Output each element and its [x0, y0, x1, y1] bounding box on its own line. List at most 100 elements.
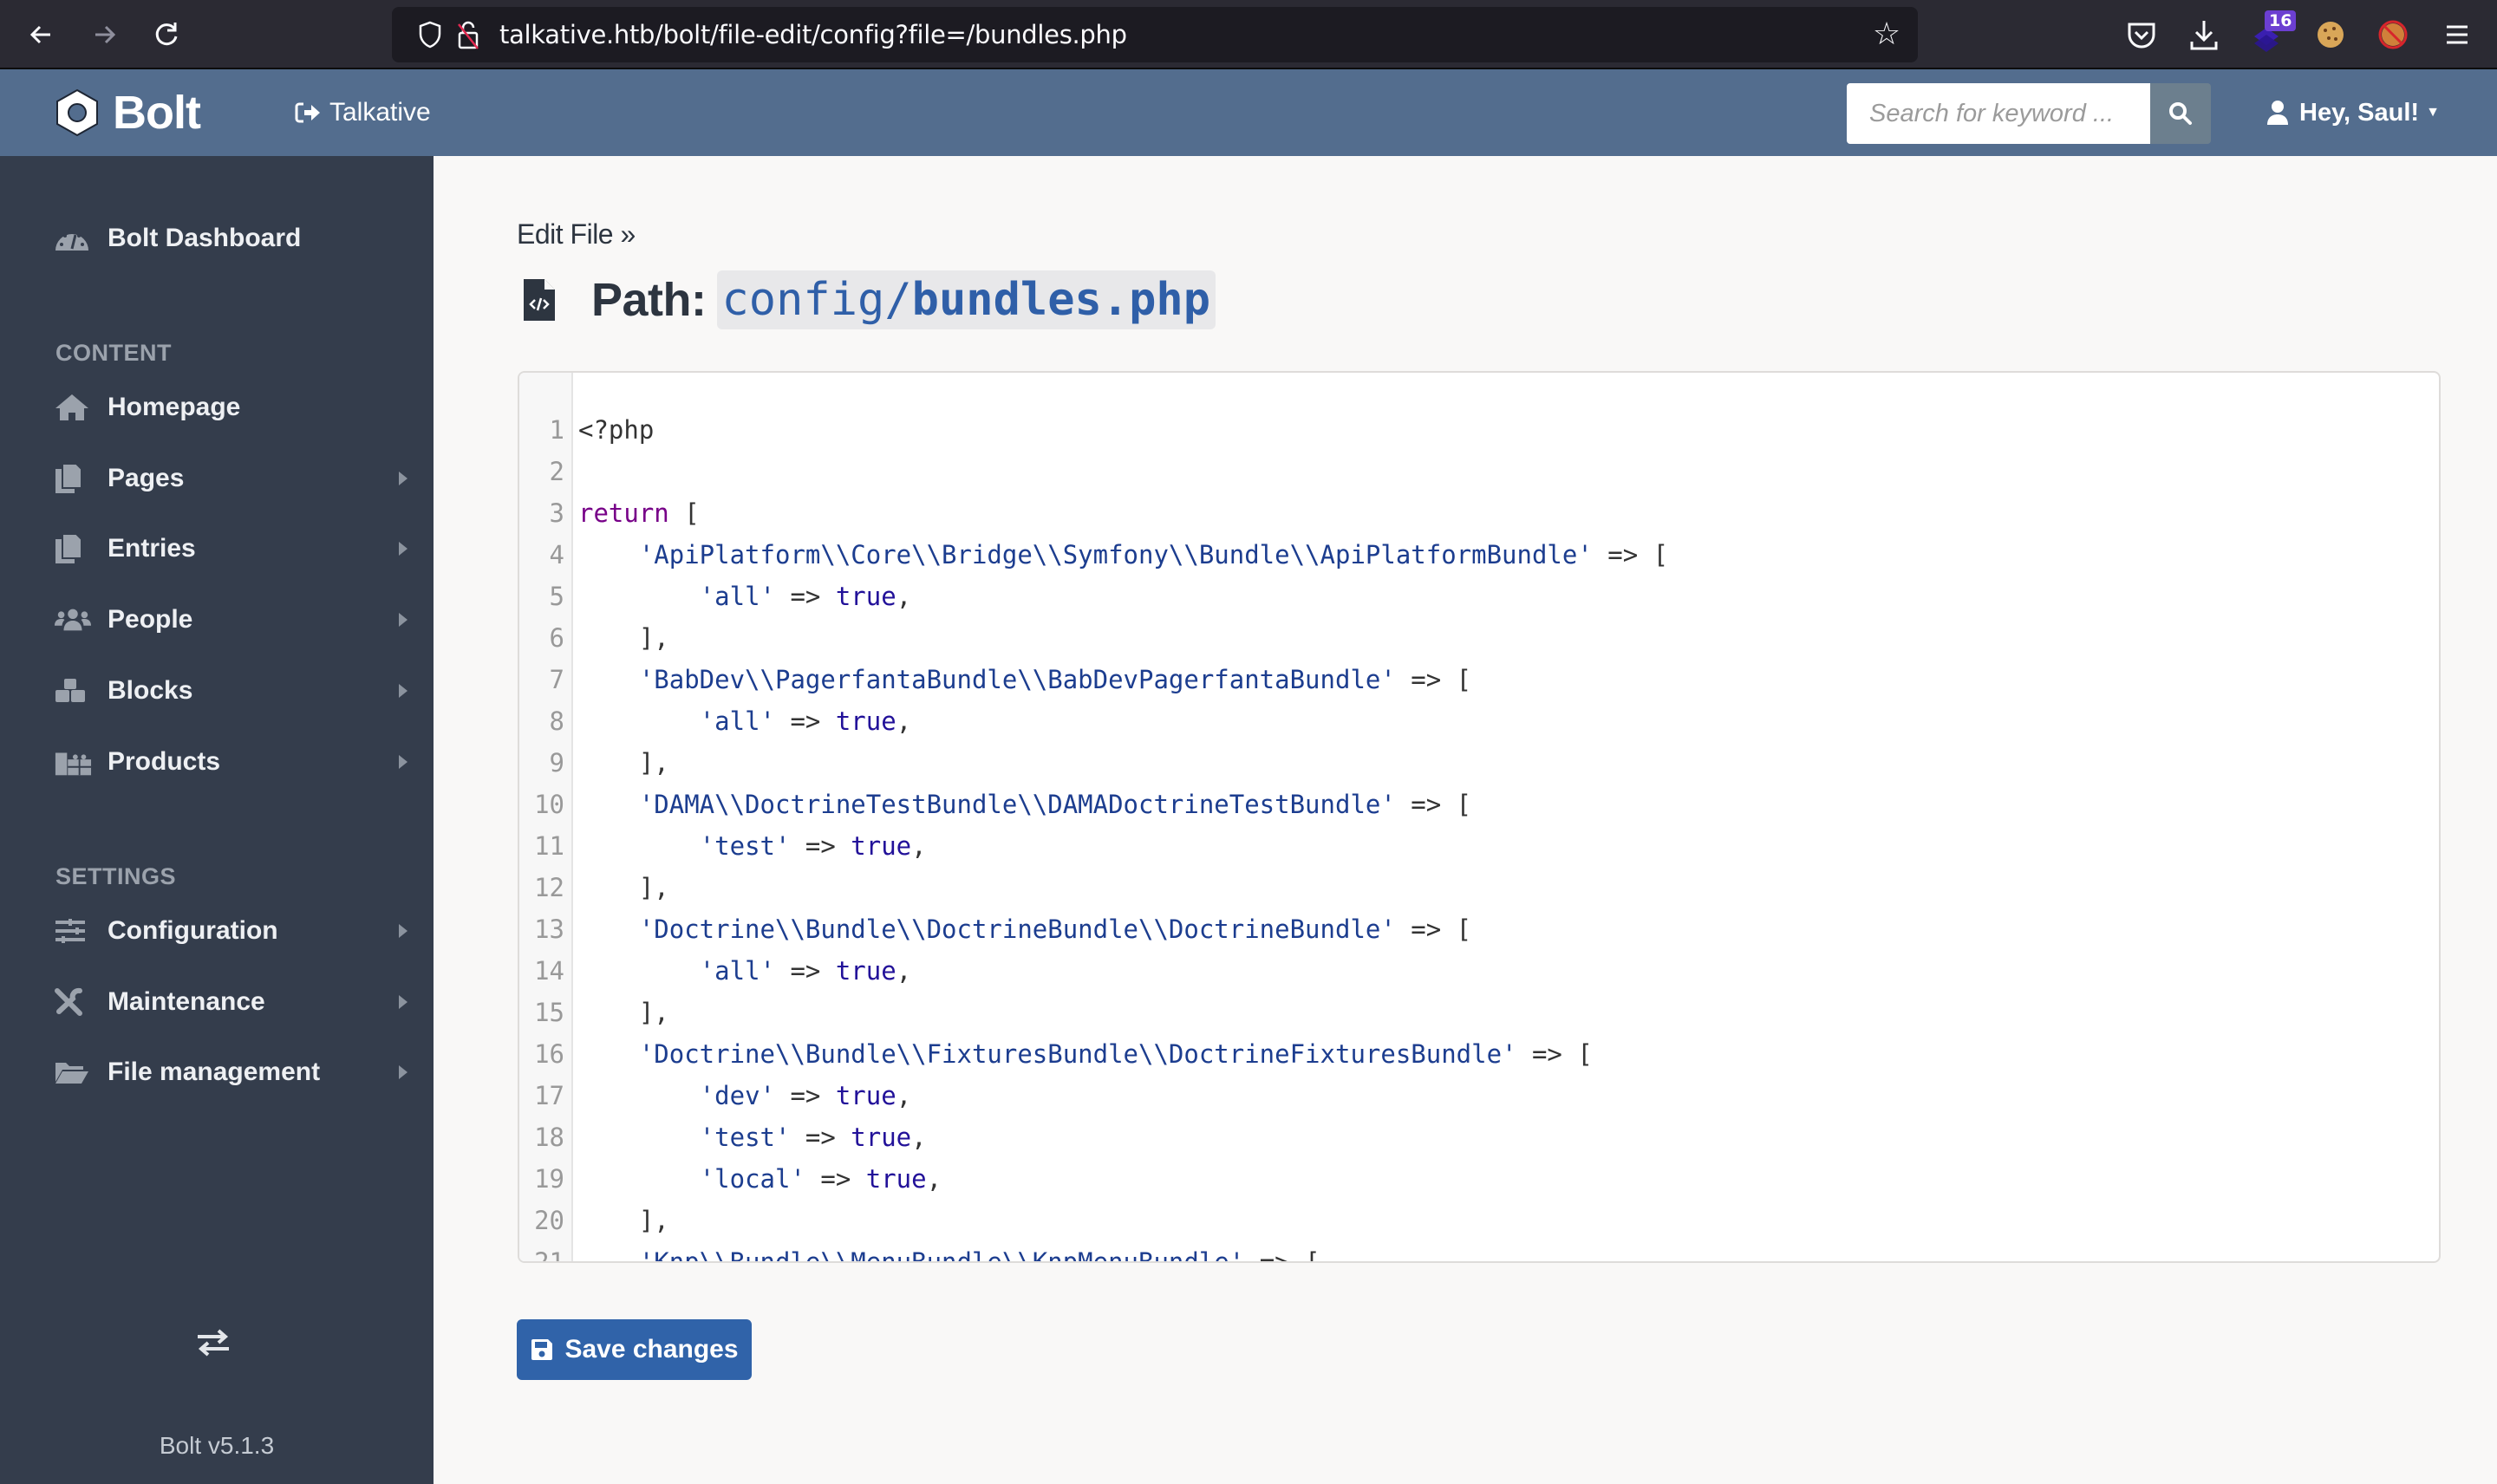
sidebar-item-file-management[interactable]: File management: [54, 1046, 418, 1098]
code-line[interactable]: 2: [519, 451, 2439, 492]
code-text[interactable]: 'all' => true,: [578, 576, 911, 617]
insecure-lock-icon[interactable]: [454, 19, 482, 50]
back-icon[interactable]: [24, 16, 59, 54]
sidebar-item-dashboard[interactable]: Bolt Dashboard: [54, 212, 418, 264]
code-line[interactable]: 11 'test' => true,: [519, 825, 2439, 867]
sidebar-item-blocks[interactable]: Blocks: [54, 665, 418, 717]
chevron-right-icon: [399, 472, 407, 485]
sidebar-item-label: Entries: [108, 534, 196, 563]
sidebar-item-people[interactable]: People: [54, 594, 418, 646]
code-text[interactable]: 'Doctrine\\Bundle\\FixturesBundle\\Doctr…: [578, 1033, 1593, 1075]
cookie-icon[interactable]: [2311, 16, 2350, 54]
title-label: Path:: [591, 274, 707, 326]
download-icon[interactable]: [2185, 16, 2223, 54]
code-token: ],: [578, 748, 669, 778]
code-text[interactable]: 'DAMA\\DoctrineTestBundle\\DAMADoctrineT…: [578, 784, 1471, 825]
line-number: 2: [549, 457, 564, 486]
pocket-icon[interactable]: [2122, 16, 2161, 54]
line-number: 12: [534, 873, 564, 902]
save-changes-button[interactable]: Save changes: [517, 1319, 752, 1380]
sidebar-item-label: Blocks: [108, 676, 193, 705]
code-text[interactable]: ],: [578, 992, 669, 1033]
sidebar-item-maintenance[interactable]: Maintenance: [54, 976, 418, 1028]
sidebar-item-pages[interactable]: Pages: [54, 452, 418, 504]
file-code-icon: [524, 279, 555, 321]
code-line[interactable]: 20 ],: [519, 1200, 2439, 1241]
code-line[interactable]: 9 ],: [519, 742, 2439, 784]
content-heading: CONTENT: [55, 340, 172, 366]
chevron-right-icon: [399, 1065, 407, 1079]
code-line[interactable]: 19 'local' => true,: [519, 1158, 2439, 1200]
search-input[interactable]: [1847, 83, 2150, 144]
code-text[interactable]: 'all' => true,: [578, 950, 911, 992]
code-text[interactable]: <?php: [578, 409, 654, 451]
exchange-icon[interactable]: [194, 1328, 232, 1357]
code-token: [: [668, 498, 700, 528]
sliders-icon: [55, 919, 85, 943]
code-token: ],: [578, 873, 669, 902]
menu-icon[interactable]: [2438, 16, 2476, 54]
line-number: 5: [549, 582, 564, 611]
sidebar-item-entries[interactable]: Entries: [54, 523, 418, 575]
code-line[interactable]: 17 'dev' => true,: [519, 1075, 2439, 1116]
line-number: 11: [534, 831, 564, 861]
code-line[interactable]: 7 'BabDev\\PagerfantaBundle\\BabDevPager…: [519, 659, 2439, 700]
search-button[interactable]: [2150, 83, 2211, 144]
line-number: 13: [534, 914, 564, 944]
code-line[interactable]: 14 'all' => true,: [519, 950, 2439, 992]
code-text[interactable]: 'dev' => true,: [578, 1075, 911, 1116]
code-line[interactable]: 10 'DAMA\\DoctrineTestBundle\\DAMADoctri…: [519, 784, 2439, 825]
code-text[interactable]: 'test' => true,: [578, 825, 927, 867]
code-token-str: 'ApiPlatform\\Core\\Bridge\\Symfony\\Bun…: [638, 540, 1593, 570]
bolt-logo[interactable]: Bolt: [54, 87, 201, 139]
blocked-fox-icon[interactable]: [2374, 16, 2412, 54]
code-text[interactable]: ],: [578, 1200, 669, 1241]
forward-icon[interactable]: [87, 16, 121, 54]
sidebar-item-label: People: [108, 605, 193, 634]
code-text[interactable]: 'all' => true,: [578, 700, 911, 742]
user-menu[interactable]: Hey, Saul! ▼: [2266, 69, 2440, 156]
line-number: 20: [534, 1206, 564, 1235]
code-text[interactable]: 'local' => true,: [578, 1158, 942, 1200]
code-text[interactable]: 'Doctrine\\Bundle\\DoctrineBundle\\Doctr…: [578, 908, 1471, 950]
code-token-atom: true: [835, 956, 896, 986]
site-link[interactable]: Talkative: [295, 69, 431, 156]
code-line[interactable]: 12 ],: [519, 867, 2439, 908]
url-text[interactable]: talkative.htb/bolt/file-edit/config?file…: [499, 7, 1127, 62]
sidebar-item-products[interactable]: Products: [54, 736, 418, 788]
address-bar[interactable]: talkative.htb/bolt/file-edit/config?file…: [392, 7, 1918, 62]
sidebar-item-configuration[interactable]: Configuration: [54, 905, 418, 957]
line-number: 16: [534, 1039, 564, 1069]
code-text[interactable]: 'Knp\\Bundle\\MenuBundle\\KnpMenuBundle'…: [578, 1241, 1320, 1261]
code-line[interactable]: 6 ],: [519, 617, 2439, 659]
code-lines[interactable]: 1 <?php 2 3 return [4 'ApiPlatform\\Core\\Br…: [519, 409, 2439, 1261]
code-text[interactable]: ],: [578, 617, 669, 659]
code-line[interactable]: 8 'all' => true,: [519, 700, 2439, 742]
code-token-str: 'dev': [699, 1081, 775, 1110]
code-line[interactable]: 21 'Knp\\Bundle\\MenuBundle\\KnpMenuBund…: [519, 1241, 2439, 1261]
code-text[interactable]: ],: [578, 867, 669, 908]
code-token: ,: [896, 1081, 912, 1110]
reload-icon[interactable]: [149, 16, 184, 54]
code-editor[interactable]: 1 <?php 2 3 return [4 'ApiPlatform\\Core\\Br…: [518, 371, 2441, 1263]
code-line[interactable]: 15 ],: [519, 992, 2439, 1033]
code-line[interactable]: 18 'test' => true,: [519, 1116, 2439, 1158]
sidebar-item-homepage[interactable]: Homepage: [54, 381, 418, 433]
search-form: [1847, 83, 2211, 144]
code-text[interactable]: 'test' => true,: [578, 1116, 927, 1158]
code-line[interactable]: 3 return [: [519, 492, 2439, 534]
code-text[interactable]: 'ApiPlatform\\Core\\Bridge\\Symfony\\Bun…: [578, 534, 1668, 576]
shield-icon[interactable]: [418, 21, 442, 49]
code-token: <?php: [578, 415, 655, 445]
code-line[interactable]: 5 'all' => true,: [519, 576, 2439, 617]
code-text[interactable]: ],: [578, 742, 669, 784]
code-line[interactable]: 13 'Doctrine\\Bundle\\DoctrineBundle\\Do…: [519, 908, 2439, 950]
code-token-kw: return: [578, 498, 669, 528]
code-line[interactable]: 4 'ApiPlatform\\Core\\Bridge\\Symfony\\B…: [519, 534, 2439, 576]
save-icon: [531, 1339, 553, 1360]
code-line[interactable]: 16 'Doctrine\\Bundle\\FixturesBundle\\Do…: [519, 1033, 2439, 1075]
code-text[interactable]: 'BabDev\\PagerfantaBundle\\BabDevPagerfa…: [578, 659, 1471, 700]
code-line[interactable]: 1 <?php: [519, 409, 2439, 451]
bookmark-star-icon[interactable]: ☆: [1869, 17, 1904, 52]
code-text[interactable]: return [: [578, 492, 700, 534]
